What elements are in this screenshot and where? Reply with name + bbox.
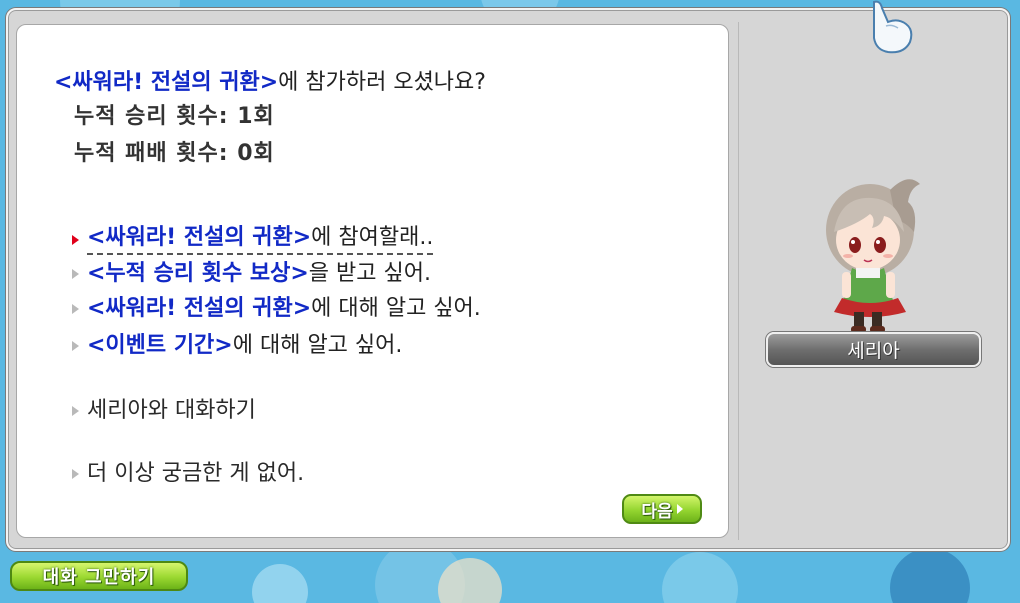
option-text: 세리아와 대화하기 <box>87 398 256 423</box>
intro-event-name: <싸워라! 전설의 귀환> <box>54 70 279 95</box>
option-highlight: <싸워라! 전설의 귀환> <box>87 225 312 250</box>
npc-name: 세리아 <box>847 340 900 362</box>
wins-count: 누적 승리 횟수: 1회 <box>74 104 275 129</box>
end-chat-button[interactable]: 대화 그만하기 <box>10 561 188 591</box>
option-talk-to-npc[interactable]: 세리아와 대화하기 <box>72 398 256 424</box>
bullet-icon <box>72 469 79 479</box>
option-event-info[interactable]: <싸워라! 전설의 귀환> 에 대해 알고 싶어. <box>72 296 481 322</box>
selected-bullet-icon <box>72 235 79 245</box>
dialog-divider <box>738 22 739 540</box>
bullet-icon <box>72 304 79 314</box>
intro-text: 에 참가하러 오셨나요? <box>278 70 486 95</box>
option-win-reward[interactable]: <누적 승리 횟수 보상> 을 받고 싶어. <box>72 261 431 287</box>
option-highlight: <누적 승리 횟수 보상> <box>87 261 309 286</box>
next-button[interactable]: 다음 <box>622 494 702 524</box>
option-text: 에 대해 알고 싶어. <box>232 333 403 358</box>
option-text: 을 받고 싶어. <box>308 261 431 286</box>
end-chat-label: 대화 그만하기 <box>42 567 156 588</box>
arrow-right-icon <box>676 504 683 514</box>
glove-cursor-icon <box>873 0 913 54</box>
option-event-period[interactable]: <이벤트 기간> 에 대해 알고 싶어. <box>72 333 402 359</box>
intro-line: <싸워라! 전설의 귀환>에 참가하러 오셨나요? <box>54 70 486 96</box>
bullet-icon <box>72 406 79 416</box>
bullet-icon <box>72 341 79 351</box>
npc-portrait <box>826 179 920 333</box>
option-text: 에 참여할래.. <box>311 225 434 250</box>
option-highlight: <싸워라! 전설의 귀환> <box>87 296 312 321</box>
losses-count: 누적 패배 횟수: 0회 <box>74 141 275 166</box>
option-highlight: <이벤트 기간> <box>87 333 233 358</box>
option-join-event[interactable]: <싸워라! 전설의 귀환>에 참여할래.. <box>72 225 434 255</box>
option-text: 더 이상 궁금한 게 없어. <box>87 461 305 486</box>
option-no-more[interactable]: 더 이상 궁금한 게 없어. <box>72 461 304 487</box>
bullet-icon <box>72 269 79 279</box>
npc-nameplate: 세리아 <box>766 332 981 367</box>
option-text: 에 대해 알고 싶어. <box>311 296 481 321</box>
next-button-label: 다음 <box>641 501 673 522</box>
